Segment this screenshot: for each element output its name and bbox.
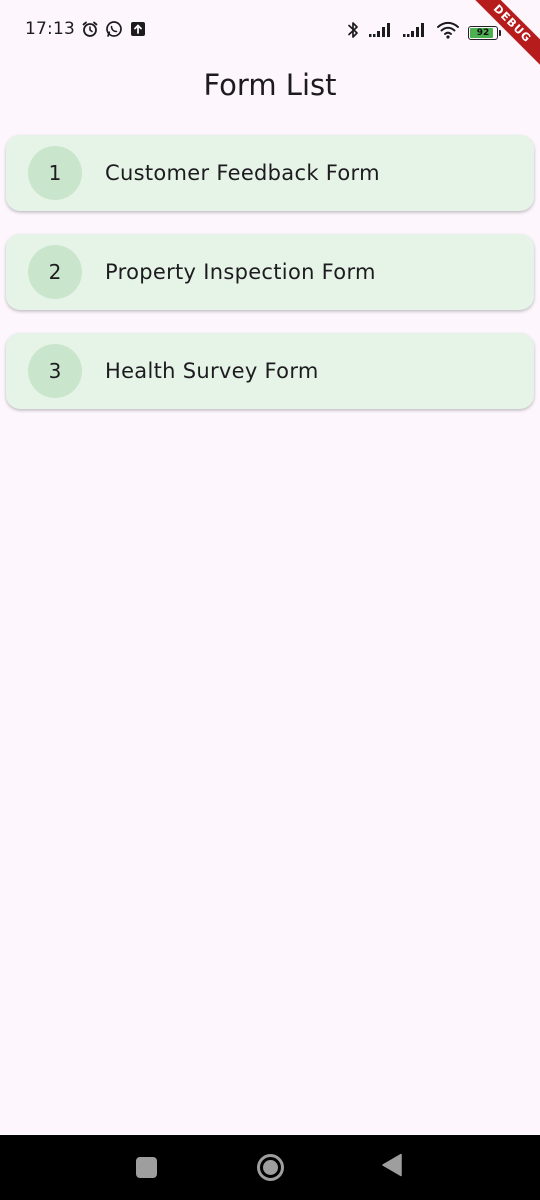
app-bar: Form List	[0, 60, 540, 110]
form-number-avatar: 3	[28, 344, 82, 398]
home-icon	[256, 1154, 284, 1181]
battery-icon: 92	[468, 25, 501, 40]
recents-icon	[135, 1157, 157, 1178]
alarm-icon	[81, 20, 99, 38]
back-icon	[381, 1153, 403, 1182]
status-left: 17:13	[25, 19, 147, 39]
battery-level: 92	[476, 27, 490, 38]
form-list-item[interactable]: 3 Health Survey Form	[6, 333, 534, 409]
form-list-item[interactable]: 1 Customer Feedback Form	[6, 135, 534, 211]
form-list-item[interactable]: 2 Property Inspection Form	[6, 234, 534, 310]
home-button[interactable]	[230, 1135, 310, 1200]
form-title: Health Survey Form	[105, 359, 319, 383]
upload-icon	[129, 20, 147, 38]
bluetooth-icon	[346, 20, 360, 45]
form-number-avatar: 2	[28, 245, 82, 299]
navigation-bar	[0, 1135, 540, 1200]
recents-button[interactable]	[106, 1135, 186, 1200]
form-title: Customer Feedback Form	[105, 161, 380, 185]
form-list: 1 Customer Feedback Form 2 Property Insp…	[6, 135, 534, 432]
form-title: Property Inspection Form	[105, 260, 376, 284]
status-time: 17:13	[25, 19, 75, 39]
status-right: 92	[346, 20, 501, 45]
signal-icon	[368, 22, 394, 43]
wifi-icon	[436, 21, 460, 44]
whatsapp-icon	[105, 20, 123, 38]
status-bar: 17:13 92	[0, 0, 540, 60]
page-title: Form List	[203, 68, 337, 102]
form-number-avatar: 1	[28, 146, 82, 200]
signal-icon	[402, 22, 428, 43]
back-button[interactable]	[352, 1135, 432, 1200]
